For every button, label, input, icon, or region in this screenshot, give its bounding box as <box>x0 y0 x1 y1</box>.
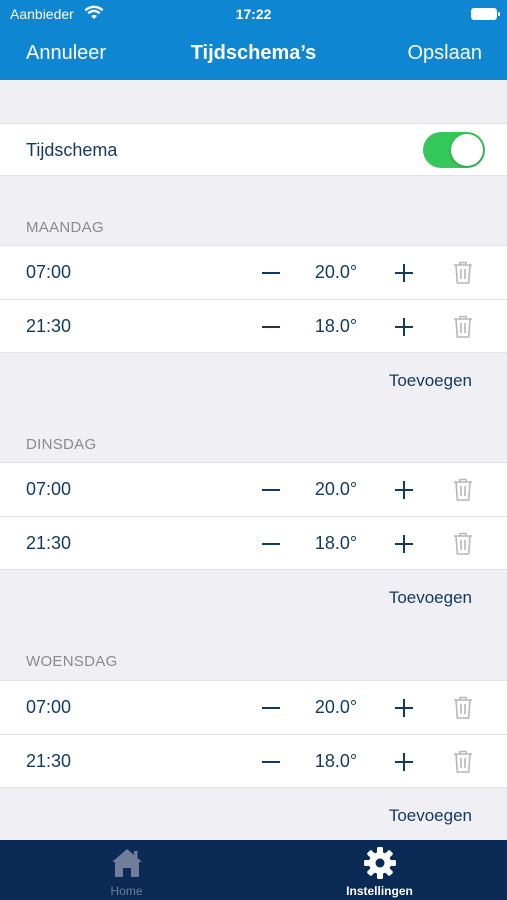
add-entry-button[interactable]: Toevoegen <box>389 371 472 391</box>
save-button[interactable]: Opslaan <box>408 42 483 65</box>
entry-time[interactable]: 21:30 <box>26 533 71 554</box>
increase-temp-button[interactable] <box>391 693 417 721</box>
add-entry-button[interactable]: Toevoegen <box>389 588 472 608</box>
entry-temperature: 20.0° <box>314 697 358 717</box>
entry-temperature: 20.0° <box>314 479 358 499</box>
tab-settings[interactable]: Instellingen <box>253 840 506 900</box>
home-icon <box>112 849 142 877</box>
trash-icon[interactable] <box>451 259 475 285</box>
decrease-temp-button[interactable] <box>258 747 284 775</box>
day-header: DINSDAG <box>26 436 97 453</box>
schedule-row: 21:30 18.0° <box>0 734 507 787</box>
trash-icon[interactable] <box>451 476 475 502</box>
navigation-bar: Aanbieder 17:22 Annuleer Tijdschema’s Op… <box>0 0 507 80</box>
entry-time[interactable]: 07:00 <box>26 697 71 718</box>
entry-temperature: 18.0° <box>314 751 358 771</box>
tab-settings-label: Instellingen <box>346 884 413 898</box>
schedule-row: 21:30 18.0° <box>0 516 507 569</box>
schedule-list: 07:00 20.0° 21:30 18.0° <box>0 462 507 570</box>
entry-temperature: 18.0° <box>314 533 358 553</box>
schedule-row: 21:30 18.0° <box>0 299 507 352</box>
entry-time[interactable]: 21:30 <box>26 316 71 337</box>
schedule-toggle-switch[interactable] <box>423 132 485 168</box>
tab-home[interactable]: Home <box>0 840 253 900</box>
trash-icon[interactable] <box>451 694 475 720</box>
add-entry-button[interactable]: Toevoegen <box>389 806 472 826</box>
increase-temp-button[interactable] <box>391 747 417 775</box>
schedule-row: 07:00 20.0° <box>0 246 507 299</box>
decrease-temp-button[interactable] <box>258 258 284 286</box>
increase-temp-button[interactable] <box>391 475 417 503</box>
increase-temp-button[interactable] <box>391 312 417 340</box>
entry-temperature: 18.0° <box>314 316 358 336</box>
trash-icon[interactable] <box>451 748 475 774</box>
day-header: MAANDAG <box>26 219 104 236</box>
gear-icon <box>364 847 396 879</box>
status-bar: Aanbieder 17:22 <box>0 0 507 28</box>
decrease-temp-button[interactable] <box>258 475 284 503</box>
entry-time[interactable]: 07:00 <box>26 262 71 283</box>
trash-icon[interactable] <box>451 530 475 556</box>
entry-temperature: 20.0° <box>314 262 358 282</box>
schedule-row: 07:00 20.0° <box>0 463 507 516</box>
entry-time[interactable]: 21:30 <box>26 751 71 772</box>
status-time: 17:22 <box>235 6 272 22</box>
decrease-temp-button[interactable] <box>258 693 284 721</box>
schedule-toggle-label: Tijdschema <box>26 140 118 160</box>
schedule-row: 07:00 20.0° <box>0 681 507 734</box>
switch-knob <box>451 134 483 166</box>
trash-icon[interactable] <box>451 313 475 339</box>
tab-home-label: Home <box>110 884 143 898</box>
schedule-toggle-row: Tijdschema <box>0 123 507 176</box>
tab-bar: Home Instellingen <box>0 840 507 900</box>
battery-icon <box>471 8 500 20</box>
entry-time[interactable]: 07:00 <box>26 479 71 500</box>
increase-temp-button[interactable] <box>391 529 417 557</box>
day-header: WOENSDAG <box>26 653 118 670</box>
decrease-temp-button[interactable] <box>258 312 284 340</box>
schedule-list: 07:00 20.0° 21:30 18.0° <box>0 680 507 788</box>
decrease-temp-button[interactable] <box>258 529 284 557</box>
increase-temp-button[interactable] <box>391 258 417 286</box>
schedule-list: 07:00 20.0° 21:30 18.0° <box>0 245 507 353</box>
